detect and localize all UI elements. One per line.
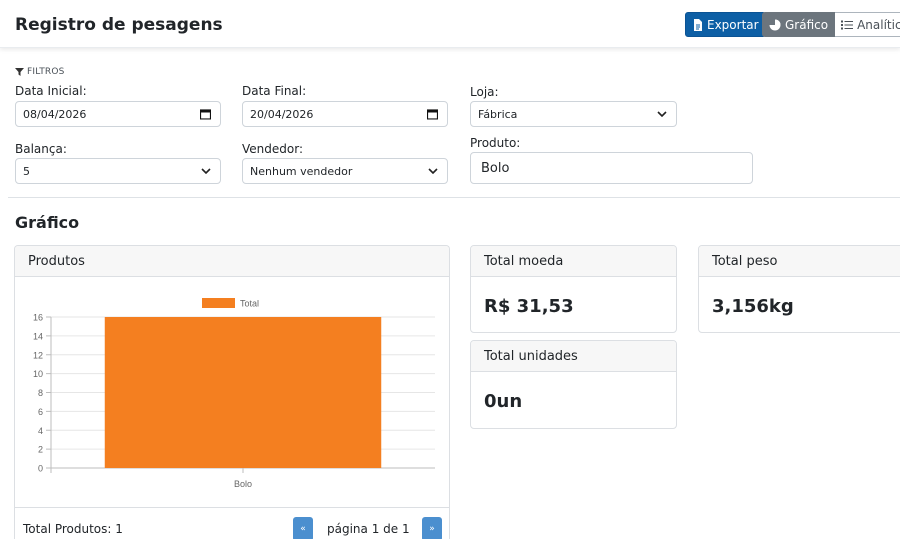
total-unidades-card: Total unidades 0un [470, 340, 677, 429]
pagination-text: página 1 de 1 [327, 522, 410, 536]
y-tick-label: 6 [38, 407, 43, 417]
produtos-chart: 0 2 4 6 8 10 12 14 16 Bolo Total [33, 298, 435, 489]
calendar-icon[interactable] [427, 109, 438, 120]
legend-label: Total [240, 299, 259, 309]
filters-title-label: FILTROS [27, 67, 65, 77]
data-final-label: Data Final: [242, 84, 307, 98]
calendar-icon[interactable] [200, 109, 211, 120]
divider [8, 197, 900, 198]
view-analitico-button[interactable]: Analítico [835, 12, 900, 37]
filters-toggle[interactable]: FILTROS [15, 67, 65, 77]
y-tick-label: 4 [38, 426, 43, 436]
next-page-button[interactable]: » [422, 517, 442, 539]
loja-label: Loja: [470, 85, 499, 99]
chevron-down-icon [428, 168, 438, 174]
produto-label: Produto: [470, 136, 521, 150]
y-tick-label: 16 [33, 313, 43, 323]
total-peso-header: Total peso [699, 246, 900, 277]
chevron-down-icon [201, 168, 211, 174]
prev-page-button[interactable]: « [293, 517, 313, 539]
view-analitico-label: Analítico [857, 17, 900, 32]
section-title: Gráfico [15, 213, 80, 232]
view-grafico-label: Gráfico [785, 17, 829, 32]
balanca-label: Balança: [15, 142, 67, 156]
produtos-card-title: Produtos [28, 253, 85, 269]
y-tick-label: 10 [33, 369, 43, 379]
total-moeda-value: R$ 31,53 [484, 296, 574, 317]
data-inicial-value: 08/04/2026 [23, 107, 87, 121]
total-produtos: Total Produtos: 1 [23, 522, 123, 536]
loja-value: Fábrica [478, 107, 518, 121]
produto-value: Bolo [481, 160, 510, 176]
legend-swatch [202, 298, 235, 308]
total-peso-card: Total peso 3,156kg [698, 245, 900, 333]
bar [104, 317, 382, 468]
x-tick-label: Bolo [234, 479, 252, 489]
balanca-value: 5 [23, 164, 30, 178]
export-button[interactable]: Exportar [685, 12, 766, 37]
produto-input[interactable]: Bolo [470, 152, 753, 184]
filter-icon [15, 68, 24, 76]
loja-select[interactable]: Fábrica [470, 101, 677, 127]
export-button-label: Exportar [707, 17, 759, 32]
view-toggle: Gráfico Analítico [762, 12, 900, 37]
pie-chart-icon [769, 19, 781, 30]
file-export-icon [694, 18, 702, 31]
total-unidades-header: Total unidades [471, 341, 676, 372]
page-title: Registro de pesagens [15, 15, 223, 35]
total-moeda-card: Total moeda R$ 31,53 [470, 245, 677, 333]
total-unidades-value: 0un [484, 391, 523, 412]
list-icon [841, 20, 854, 29]
produtos-card: Produtos 0 2 4 6 8 10 12 14 16 Bolo Total Total Pr… [14, 245, 450, 539]
produtos-card-footer: Total Produtos: 1 « página 1 de 1 » [15, 507, 449, 539]
y-tick-label: 14 [33, 331, 43, 341]
data-inicial-input[interactable]: 08/04/2026 [15, 101, 221, 127]
y-tick-label: 2 [38, 445, 43, 455]
data-final-input[interactable]: 20/04/2026 [242, 101, 448, 127]
produtos-card-header: Produtos [15, 246, 449, 277]
balanca-select[interactable]: 5 [15, 158, 221, 184]
top-bar: Registro de pesagens Exportar Gráfico An… [0, 0, 900, 48]
y-tick-label: 12 [33, 350, 43, 360]
data-inicial-label: Data Inicial: [15, 84, 87, 98]
y-tick-label: 0 [38, 464, 43, 474]
vendedor-select[interactable]: Nenhum vendedor [242, 158, 448, 184]
total-peso-value: 3,156kg [712, 296, 794, 317]
vendedor-value: Nenhum vendedor [250, 164, 353, 178]
chevron-down-icon [657, 111, 667, 117]
y-tick-label: 8 [38, 388, 43, 398]
vendedor-label: Vendedor: [242, 142, 303, 156]
total-moeda-header: Total moeda [471, 246, 676, 277]
view-grafico-button[interactable]: Gráfico [762, 12, 836, 37]
data-final-value: 20/04/2026 [250, 107, 314, 121]
